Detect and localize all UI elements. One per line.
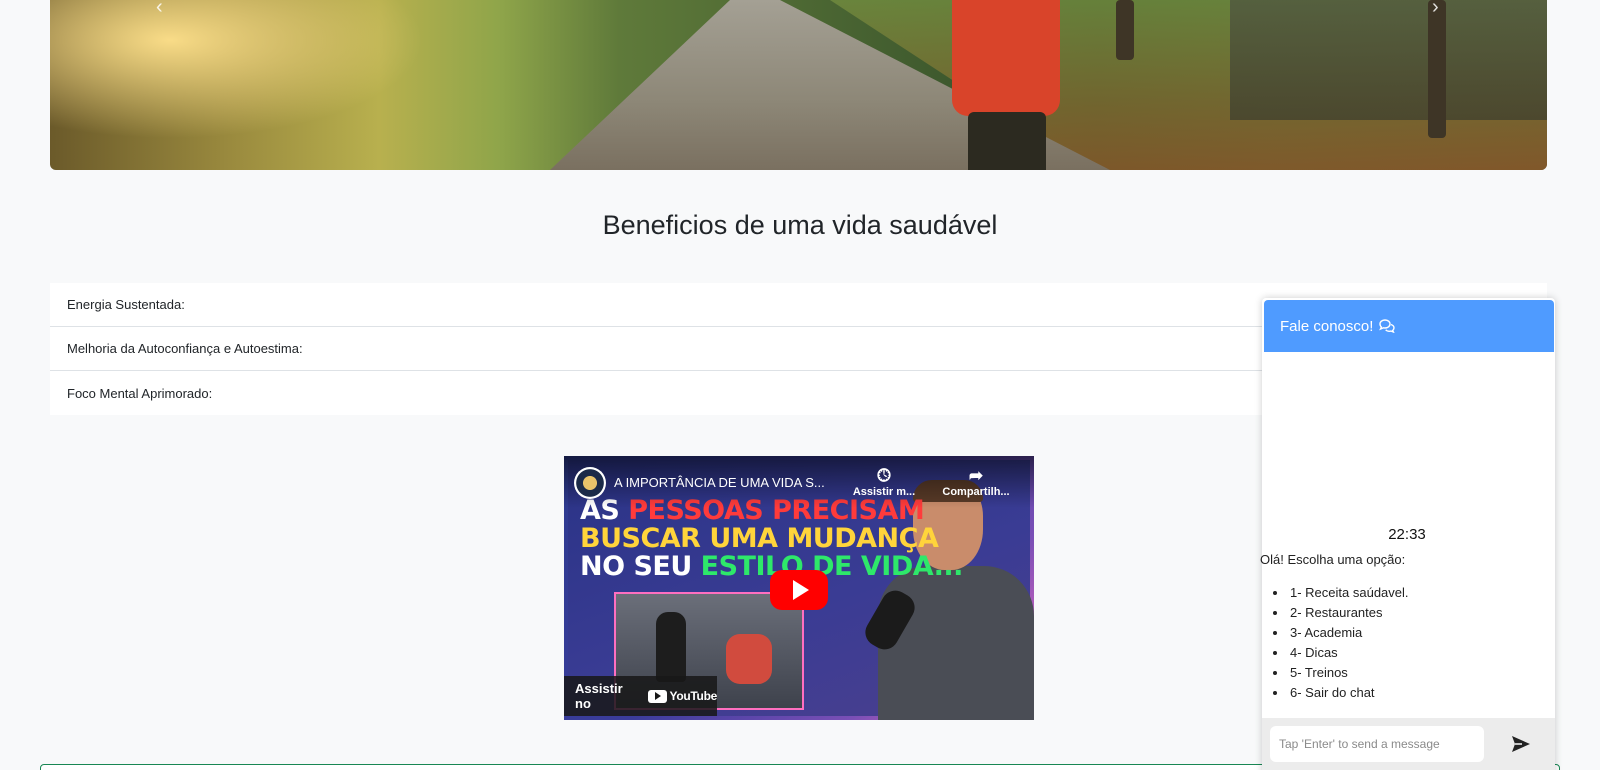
chat-header[interactable]: Fale conosco! [1264,300,1554,352]
headline-text: NO SEU [580,551,701,582]
youtube-logo-icon: YouTube [647,689,718,703]
chat-timestamp: 22:33 [1388,526,1426,543]
share-icon: ➦ [968,466,984,485]
watch-on-youtube-button[interactable]: Assistir no YouTube [564,676,717,716]
chat-bubbles-icon [1379,319,1396,333]
watch-later-button[interactable]: 🕓︎ Assistir m... [844,466,924,498]
share-label: Compartilh... [942,486,1010,498]
video-title[interactable]: A IMPORTÂNCIA DE UMA VIDA S... [614,475,825,490]
play-button[interactable] [770,570,828,610]
hero-stone-wall [1230,0,1547,120]
headline-text: ESTILO DE VIDA... [700,551,964,582]
chat-widget: Fale conosco! 22:33 Olá! Escolha uma opç… [1260,298,1555,770]
inset-person [726,634,772,684]
chat-option: 4- Dicas [1288,643,1409,663]
chat-input-bar [1262,718,1555,770]
youtube-wordmark: YouTube [669,689,718,703]
chat-option: 5- Treinos [1288,663,1409,683]
hero-runner-legs [968,112,1046,170]
chat-message-input[interactable] [1270,726,1484,762]
watch-later-label: Assistir m... [852,486,916,498]
send-button[interactable] [1504,730,1538,758]
chat-option: 6- Sair do chat [1288,683,1409,703]
hero-tree [1428,0,1446,138]
youtube-embed[interactable]: AS PESSOAS PRECISAM BUSCAR UMA MUDANÇA N… [564,456,1034,720]
page-title: Beneficios de uma vida saudável [602,210,998,240]
hero-carousel: ‹ › [50,0,1547,170]
inset-person [656,612,686,682]
hero-runner [952,0,1060,116]
hero-tree [1116,0,1134,60]
chat-greeting: Olá! Escolha uma opção: [1260,552,1406,567]
share-button[interactable]: ➦ Compartilh... [936,466,1016,498]
play-icon [793,580,809,600]
channel-avatar[interactable] [574,467,606,499]
chat-options-list: 1- Receita saúdavel. 2- Restaurantes 3- … [1288,583,1409,703]
presenter-body [878,566,1034,720]
carousel-prev-icon[interactable]: ‹ [156,0,163,17]
chat-option: 1- Receita saúdavel. [1288,583,1409,603]
chat-option: 3- Academia [1288,623,1409,643]
clock-icon: 🕓︎ [877,466,891,485]
carousel-next-icon[interactable]: › [1432,0,1439,17]
watch-on-label: Assistir no [575,681,623,711]
thumbnail-headline-line2: BUSCAR UMA MUDANÇA [580,523,939,554]
chat-header-title: Fale conosco! [1280,317,1374,335]
chat-option: 2- Restaurantes [1288,603,1409,623]
send-icon [1512,736,1530,752]
